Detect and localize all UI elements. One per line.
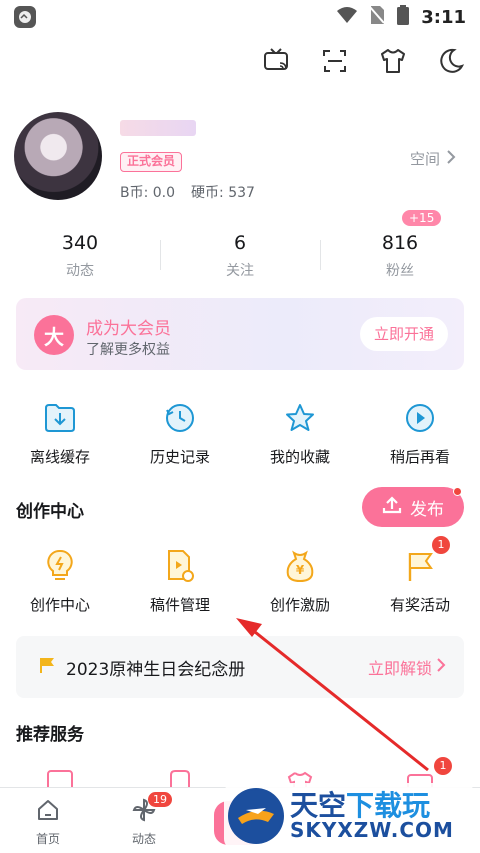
night-mode-moon-icon[interactable]: [434, 44, 468, 78]
space-link[interactable]: 空间: [410, 148, 456, 169]
lightbulb-icon: [40, 546, 80, 586]
unlock-banner-text: 2023原神生日会纪念册: [66, 659, 246, 680]
unlock-banner[interactable]: 2023原神生日会纪念册 立即解锁: [16, 636, 464, 698]
manuscript-icon: [160, 546, 200, 586]
stat-value: 816: [381, 232, 419, 254]
dynamics-count-badge: 19: [148, 792, 172, 807]
creation-action-label: 创作激励: [269, 596, 330, 614]
quick-action-history[interactable]: 历史记录: [120, 398, 240, 467]
svg-text:¥: ¥: [296, 563, 305, 577]
creation-action-label: 有奖活动: [389, 596, 450, 614]
stat-value: 340: [61, 232, 99, 254]
publish-label: 发布: [410, 499, 444, 520]
tab-label: 动态: [131, 832, 156, 846]
quick-action-watch-later[interactable]: 稍后再看: [360, 398, 480, 467]
unlock-action-label: 立即解锁: [367, 659, 432, 678]
flag-icon: 1: [400, 536, 450, 586]
profile-header: 正式会员 B币: 0.0 硬币: 537 空间: [14, 112, 466, 208]
vip-banner-title: 成为大会员: [86, 319, 171, 339]
coin-info: B币: 0.0 硬币: 537: [120, 182, 255, 202]
creation-section-title: 创作中心: [16, 502, 84, 522]
stat-label: 动态: [66, 263, 94, 279]
top-action-bar: [260, 44, 468, 78]
creation-action-label: 稿件管理: [149, 596, 210, 614]
quick-action-label: 离线缓存: [29, 448, 90, 466]
bcoin-balance: B币: 0.0: [120, 185, 176, 201]
unlock-action[interactable]: 立即解锁: [368, 655, 446, 679]
quick-action-label: 我的收藏: [269, 448, 330, 466]
coin-balance: 硬币: 537: [191, 185, 255, 201]
home-icon: [36, 798, 60, 826]
money-bag-icon: ¥: [280, 546, 320, 586]
creation-action-label: 创作中心: [29, 596, 90, 614]
tv-cast-icon[interactable]: [260, 44, 294, 78]
upload-icon: [382, 495, 402, 520]
vip-big-icon: 大: [34, 315, 74, 355]
status-time: 3:11: [421, 6, 466, 28]
quick-actions: 离线缓存 历史记录 我的收藏 稍后再看: [0, 398, 480, 467]
stat-label: 粉丝: [386, 263, 414, 279]
creation-action-events[interactable]: 1 有奖活动: [360, 536, 480, 615]
events-count-badge: 1: [432, 536, 450, 554]
quick-action-label: 历史记录: [149, 448, 210, 466]
creation-action-manuscripts[interactable]: 稿件管理: [120, 546, 240, 615]
service-count-badge: 1: [434, 757, 452, 775]
vip-banner[interactable]: 大 成为大会员 了解更多权益 立即开通: [16, 298, 464, 370]
watermark-main-a: 天空: [290, 788, 347, 822]
space-link-label: 空间: [409, 150, 440, 168]
scan-icon[interactable]: [318, 44, 352, 78]
vip-banner-subtitle: 了解更多权益: [86, 342, 170, 358]
tab-dynamics[interactable]: 19 动态: [96, 788, 192, 853]
quick-action-label: 稍后再看: [389, 448, 450, 466]
stat-fans[interactable]: +15 816 粉丝: [320, 210, 480, 282]
wifi-icon: [337, 6, 358, 28]
publish-red-dot: [453, 487, 462, 496]
stat-value: 6: [233, 232, 247, 254]
quick-action-offline-cache[interactable]: 离线缓存: [0, 398, 120, 467]
stat-label: 关注: [226, 263, 254, 279]
tab-home[interactable]: 首页: [0, 788, 96, 853]
vip-status-badge: 正式会员: [120, 152, 183, 172]
recommend-section-title: 推荐服务: [16, 725, 84, 745]
quick-action-favorites[interactable]: 我的收藏: [240, 398, 360, 467]
outfit-shirt-icon[interactable]: [376, 44, 410, 78]
publish-button[interactable]: 发布: [362, 487, 464, 527]
yellow-flag-icon: [38, 656, 56, 678]
stat-dynamics[interactable]: 340 动态: [0, 222, 160, 282]
creation-action-incentive[interactable]: ¥ 创作激励: [240, 546, 360, 615]
vip-open-button[interactable]: 立即开通: [359, 317, 448, 351]
history-clock-icon: [160, 398, 200, 438]
creation-action-center[interactable]: 创作中心: [0, 546, 120, 615]
fans-new-badge: +15: [402, 210, 442, 226]
watermark-logo-icon: [228, 788, 284, 844]
watermark-main-b: 下载玩: [346, 788, 431, 822]
battery-icon: [397, 5, 410, 29]
watermark-url: SKYXZW.COM: [290, 818, 454, 843]
tab-label: 首页: [35, 832, 60, 846]
stats-row: 340 动态 6 关注 +15 816 粉丝: [0, 210, 480, 282]
creation-actions: 创作中心 稿件管理 ¥ 创作激励 1 有奖活动: [0, 536, 480, 615]
chevron-right-icon: [436, 657, 446, 677]
username-blurred[interactable]: [120, 120, 196, 136]
avatar[interactable]: [14, 112, 102, 200]
chevron-right-icon: [446, 149, 456, 169]
star-icon: [280, 398, 320, 438]
site-watermark: 天空下载玩 SKYXZW.COM: [224, 783, 474, 849]
stat-following[interactable]: 6 关注: [160, 222, 320, 282]
download-folder-icon: [40, 398, 80, 438]
no-sim-icon: [369, 5, 385, 29]
watch-later-icon: [400, 398, 440, 438]
app-notification-icon: [14, 6, 36, 28]
status-bar: 3:11: [0, 0, 480, 34]
